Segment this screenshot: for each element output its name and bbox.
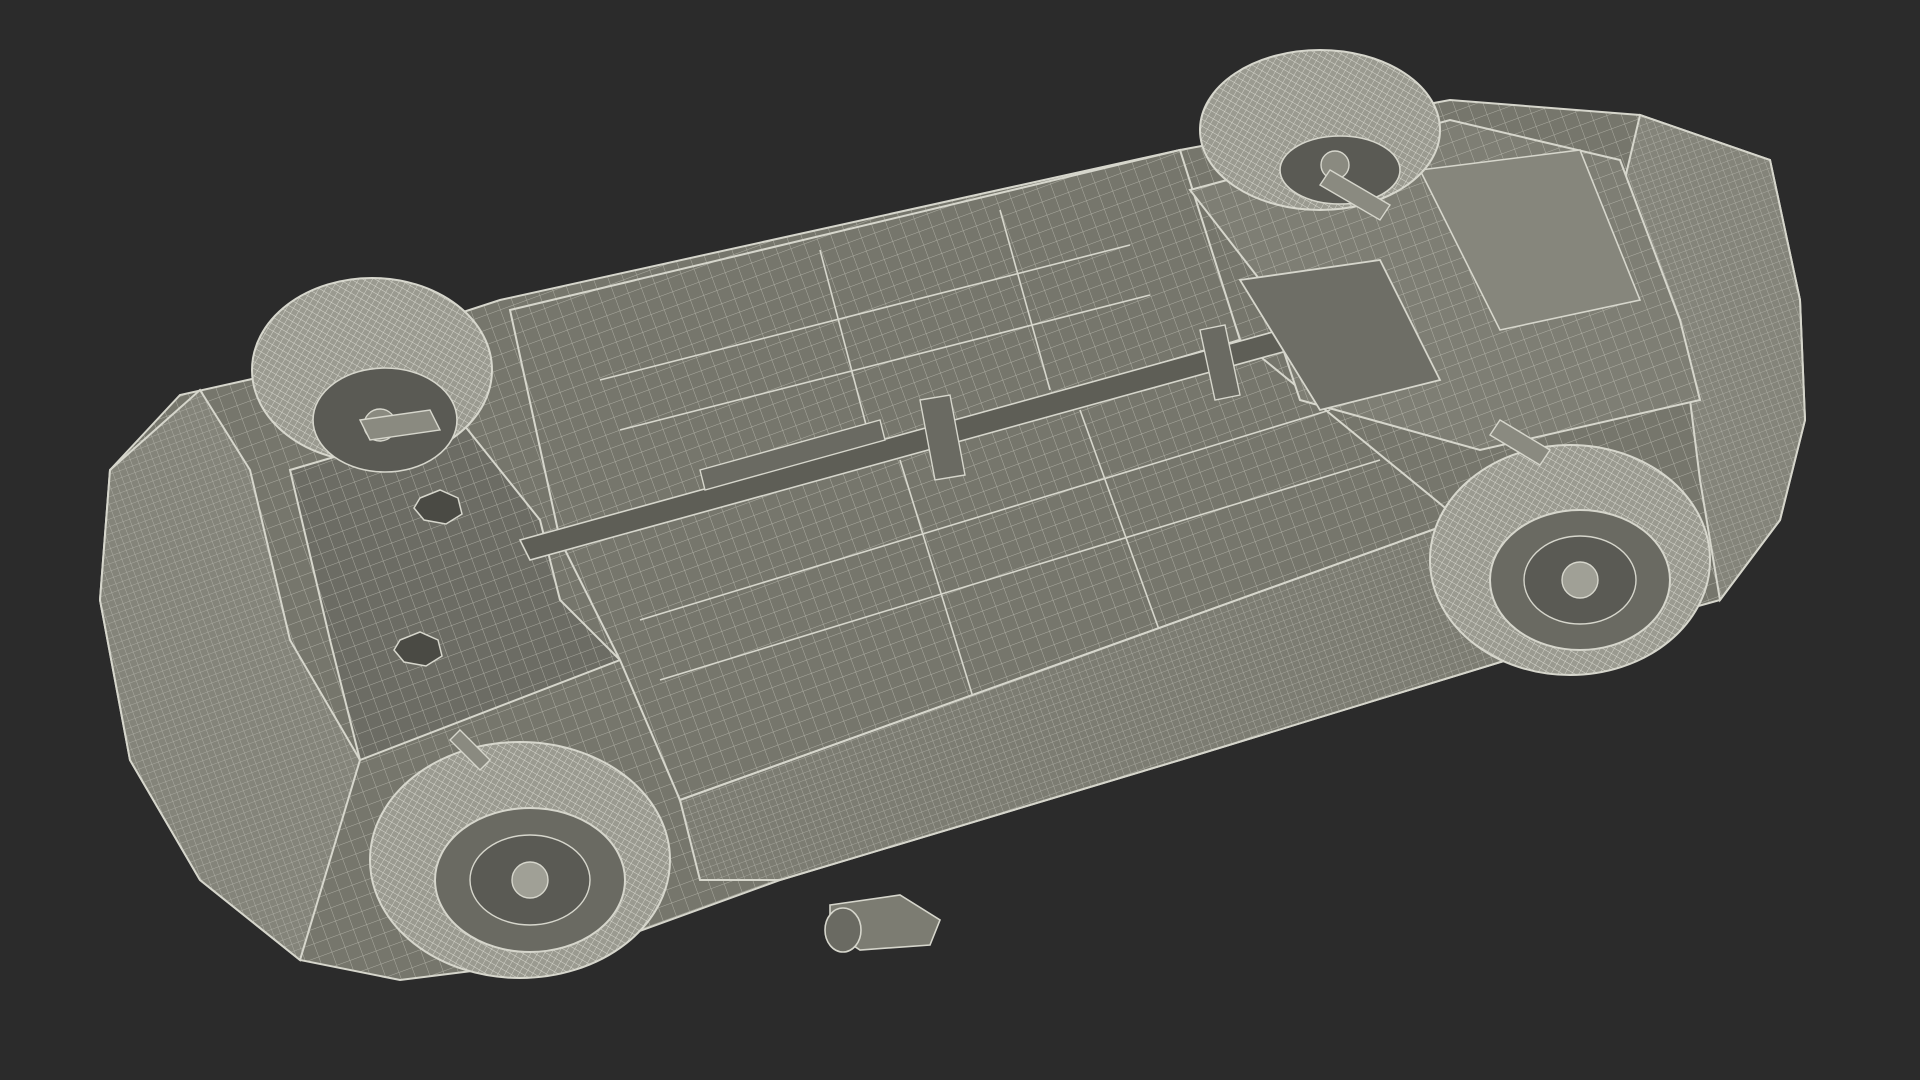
- wheel-front-bottom: [369, 741, 671, 979]
- render-viewport: [0, 0, 1920, 1080]
- wheel-rear-bottom: [1429, 444, 1711, 676]
- car-underside-render: [98, 49, 1807, 982]
- exhaust-tip: [824, 894, 941, 953]
- wheel-rear-top: [1199, 49, 1441, 211]
